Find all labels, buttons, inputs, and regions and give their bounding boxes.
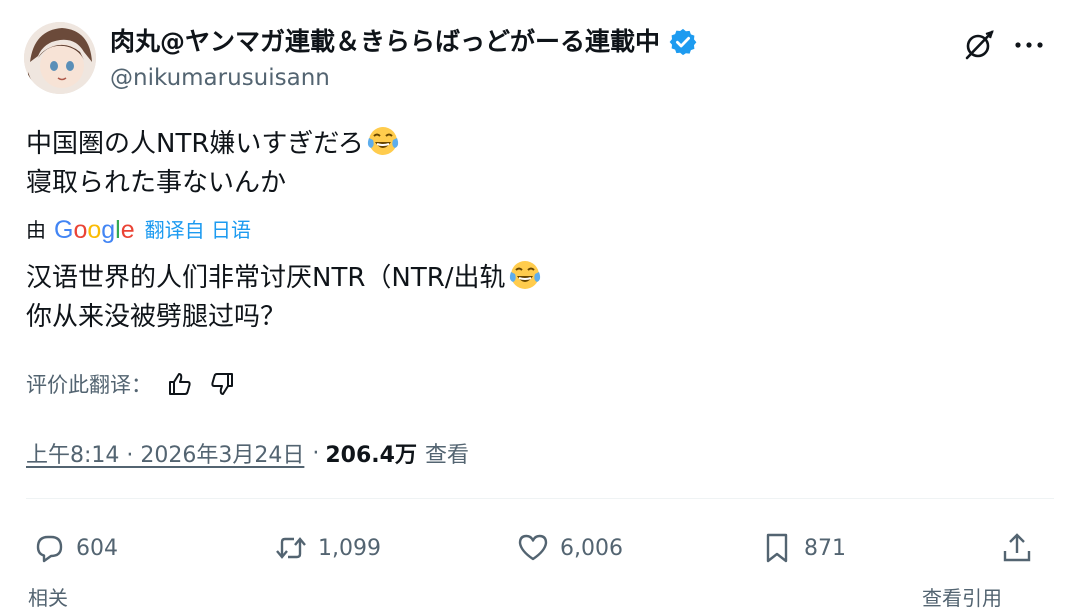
tweet-original-text-1: 中国圏の人NTR嫌いすぎだろ <box>26 129 364 159</box>
divider <box>26 498 1054 499</box>
heart-icon <box>518 534 548 561</box>
translation-source-link[interactable]: 翻译自 日语 <box>145 216 251 244</box>
bookmark-icon <box>766 533 788 563</box>
meta-separator: · <box>312 440 320 466</box>
author-display-name[interactable]: 肉丸@ヤンマガ連載＆きららばっどがーる連載中 <box>110 26 660 58</box>
rate-translation-row: 评价此翻译： <box>26 368 236 400</box>
tweet-original-line-1: 中国圏の人NTR嫌いすぎだろ <box>26 124 400 161</box>
repost-count: 1,099 <box>318 535 381 561</box>
share-button[interactable] <box>1000 528 1044 568</box>
views-label: 查看 <box>424 443 469 468</box>
thumbs-up-icon[interactable] <box>166 370 194 398</box>
thumbs-down-icon[interactable] <box>208 370 236 398</box>
views-count: 206.4万 <box>325 443 417 468</box>
like-button[interactable]: 6,006 <box>516 528 623 568</box>
translated-line-2: 你从来没被劈腿过吗？ <box>26 302 287 332</box>
repost-button[interactable]: 1,099 <box>274 528 381 568</box>
avatar[interactable] <box>24 22 96 94</box>
reply-icon <box>36 535 63 563</box>
avatar-image <box>24 22 96 94</box>
reply-count: 604 <box>76 535 118 561</box>
tweet-original-line-2: 寝取られた事ないんか <box>26 168 287 198</box>
author-name-row[interactable]: 肉丸@ヤンマガ連載＆きららばっどがーる連載中 <box>110 26 698 58</box>
verified-badge-icon <box>668 27 698 57</box>
share-icon <box>1003 533 1031 562</box>
view-quotes-link[interactable]: 查看引用 <box>922 588 1002 608</box>
more-options-icon[interactable] <box>1012 28 1046 62</box>
laughing-crying-emoji-icon <box>508 258 542 292</box>
translation-attribution: 由 Google 翻译自 日语 <box>26 214 251 246</box>
rate-translation-label: 评价此翻译： <box>26 373 152 397</box>
tweet-meta: 上午8:14 · 2026年3月24日 · 206.4万 查看 <box>26 436 469 470</box>
reply-button[interactable]: 604 <box>32 528 118 568</box>
author-handle[interactable]: @nikumarusuisann <box>110 63 330 93</box>
grok-icon[interactable] <box>962 28 996 62</box>
bookmark-count: 871 <box>804 535 846 561</box>
google-logo: Google <box>54 216 135 244</box>
translated-text-1: 汉语世界的人们非常讨厌NTR（NTR/出轨 <box>26 263 506 293</box>
like-count: 6,006 <box>560 535 623 561</box>
repost-icon <box>276 537 306 559</box>
tweet-card: 肉丸@ヤンマガ連載＆きららばっどがーる連載中 @nikumarusuisann … <box>0 0 1080 608</box>
bookmark-button[interactable]: 871 <box>760 528 846 568</box>
laughing-crying-emoji-icon <box>366 124 400 158</box>
tweet-timestamp[interactable]: 上午8:14 · 2026年3月24日 <box>26 437 304 469</box>
related-link[interactable]: 相关 <box>28 588 68 608</box>
translated-by-label: 由 <box>26 218 46 242</box>
translated-line-1: 汉语世界的人们非常讨厌NTR（NTR/出轨 <box>26 258 542 295</box>
